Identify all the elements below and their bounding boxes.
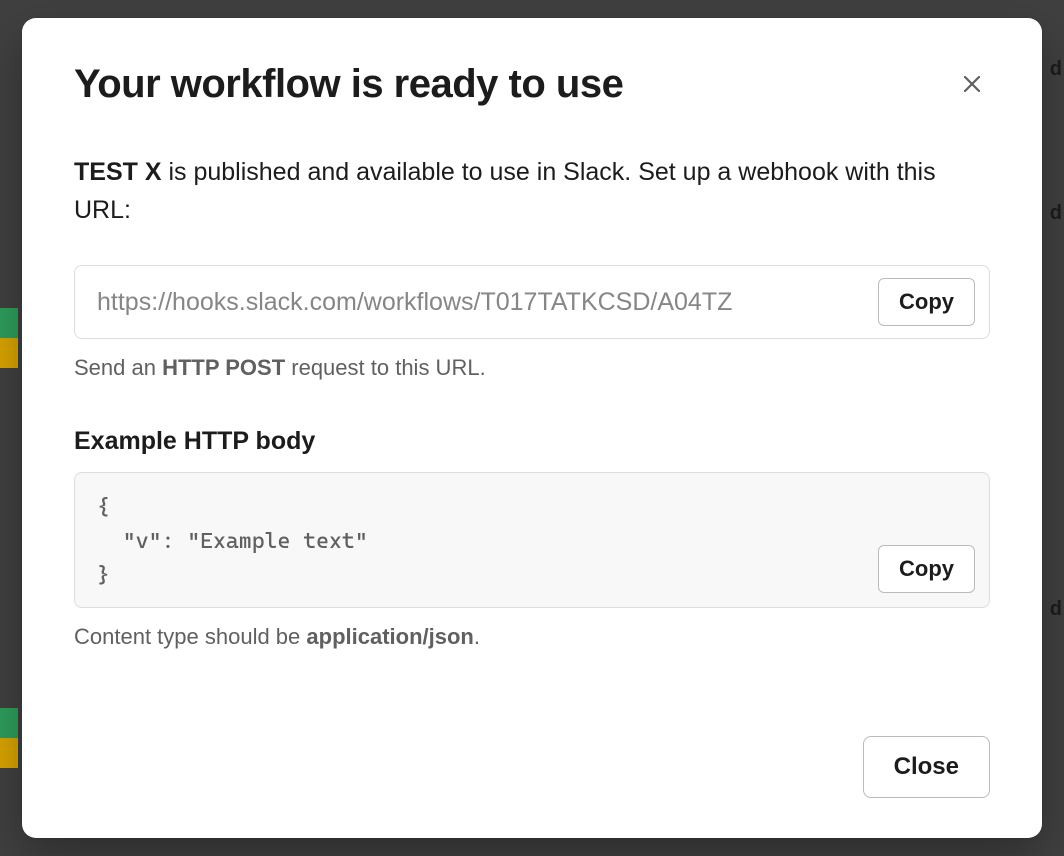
bg-stripe [0,738,18,768]
close-button[interactable]: Close [863,736,990,798]
content-type-helper: Content type should be application/json. [74,624,990,650]
bg-letter: d [1050,58,1062,81]
copy-body-button[interactable]: Copy [878,545,975,593]
webhook-url[interactable]: https://hooks.slack.com/workflows/T017TA… [97,288,866,317]
bg-letter: d [1050,598,1062,621]
modal-title: Your workflow is ready to use [74,60,623,108]
workflow-description: TEST X is published and available to use… [74,154,990,229]
workflow-name: TEST X [74,158,162,186]
bg-letter: d [1050,202,1062,225]
description-rest: is published and available to use in Sla… [74,158,936,224]
close-icon [960,72,984,96]
bg-stripe [0,308,18,338]
example-body-box: { "v": "Example text" } Copy [74,472,990,608]
modal-footer: Close [74,706,990,798]
url-helper-text: Send an HTTP POST request to this URL. [74,355,990,381]
modal-header: Your workflow is ready to use [74,60,990,108]
example-body-code[interactable]: { "v": "Example text" } [97,491,975,593]
workflow-ready-modal: Your workflow is ready to use TEST X is … [22,18,1042,838]
example-body-heading: Example HTTP body [74,427,990,456]
webhook-url-box: https://hooks.slack.com/workflows/T017TA… [74,265,990,339]
bg-stripe [0,338,18,368]
close-icon-button[interactable] [954,66,990,102]
bg-stripe [0,708,18,738]
copy-url-button[interactable]: Copy [878,278,975,326]
